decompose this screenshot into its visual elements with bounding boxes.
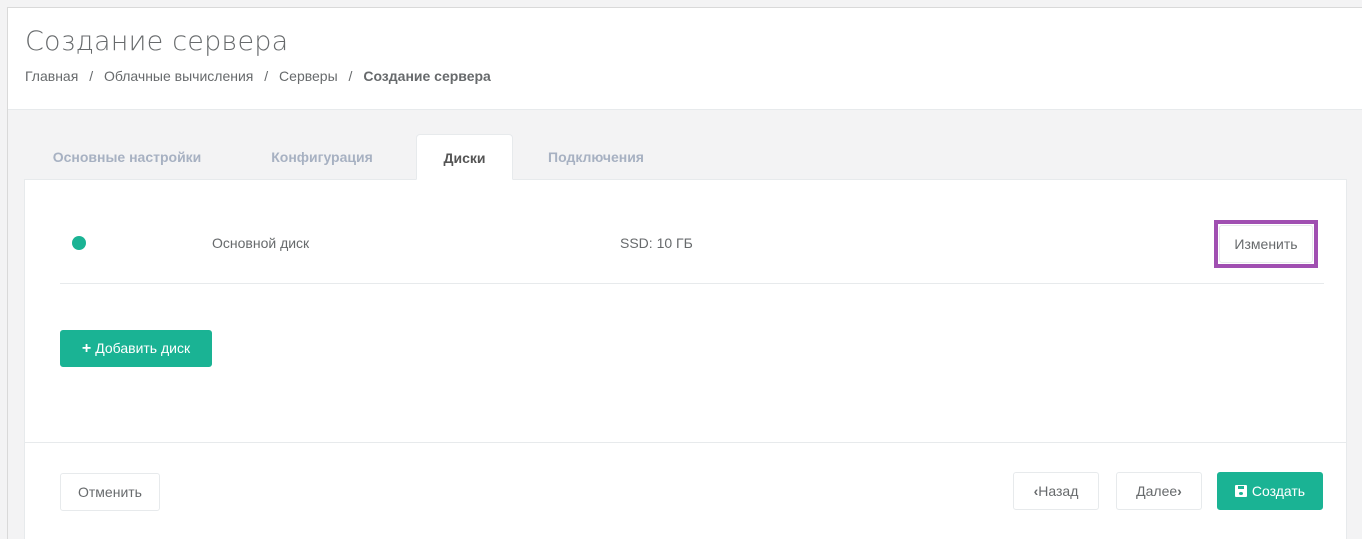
- create-label: Создать: [1251, 483, 1306, 499]
- tab-basic-settings[interactable]: Основные настройки: [24, 134, 230, 180]
- tab-connections[interactable]: Подключения: [526, 134, 666, 180]
- status-dot-icon: [72, 236, 86, 250]
- plus-icon: +: [81, 340, 92, 357]
- edit-disk-button[interactable]: Изменить: [1219, 225, 1313, 263]
- add-disk-label: Добавить диск: [95, 340, 191, 356]
- breadcrumb-servers[interactable]: Серверы: [279, 68, 338, 84]
- save-icon: [1234, 485, 1247, 497]
- tab-configuration[interactable]: Конфигурация: [242, 134, 402, 180]
- form-footer: Отменить ‹Назад Далее› Создать: [25, 442, 1346, 539]
- page-title: Создание сервера: [25, 26, 289, 57]
- breadcrumb-separator: /: [89, 68, 94, 84]
- disk-name: Основной диск: [212, 235, 310, 251]
- cancel-button[interactable]: Отменить: [60, 473, 160, 511]
- breadcrumb-home[interactable]: Главная: [25, 68, 78, 84]
- breadcrumb-current: Создание сервера: [363, 68, 491, 84]
- next-label: Далее: [1136, 483, 1178, 499]
- tab-disks[interactable]: Диски: [416, 134, 513, 180]
- tab-bar: Основные настройки Конфигурация Диски По…: [24, 134, 1362, 180]
- back-button[interactable]: ‹Назад: [1013, 472, 1099, 510]
- breadcrumb-separator: /: [348, 68, 353, 84]
- breadcrumb-separator: /: [264, 68, 269, 84]
- disks-panel: Основной диск SSD: 10 ГБ Изменить + Добав…: [24, 179, 1347, 539]
- add-disk-button[interactable]: + Добавить диск: [60, 330, 212, 367]
- back-label: Назад: [1038, 483, 1079, 499]
- page-frame: Создание сервера Главная / Облачные вычи…: [7, 7, 1362, 539]
- breadcrumb: Главная / Облачные вычисления / Серверы …: [25, 68, 491, 84]
- disk-size: SSD: 10 ГБ: [620, 235, 693, 251]
- chevron-right-icon: ›: [1177, 483, 1182, 499]
- page-header: Создание сервера Главная / Облачные вычи…: [8, 8, 1362, 110]
- next-button[interactable]: Далее›: [1116, 472, 1202, 510]
- breadcrumb-cloud-computing[interactable]: Облачные вычисления: [104, 68, 253, 84]
- disk-row: Основной диск SSD: 10 ГБ Изменить: [60, 220, 1324, 284]
- create-button[interactable]: Создать: [1217, 472, 1323, 510]
